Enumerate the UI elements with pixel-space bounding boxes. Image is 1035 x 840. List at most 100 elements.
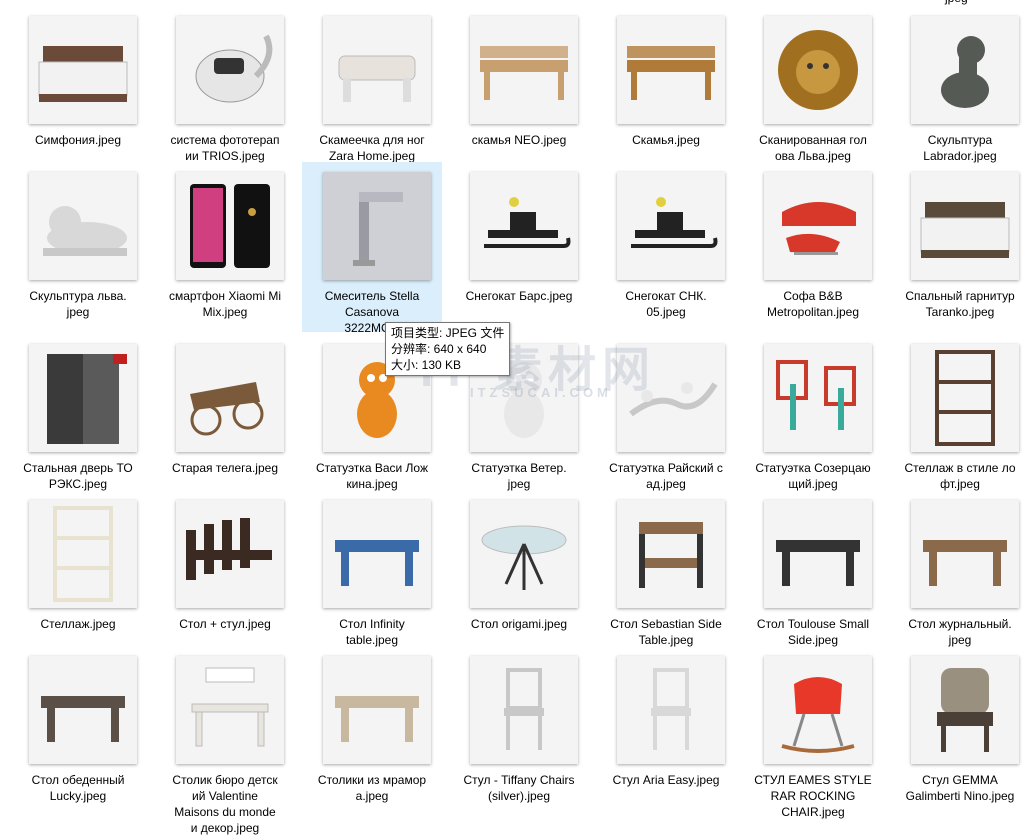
file-item[interactable]: Стул - Tiffany Chairs (silver).jpeg — [449, 646, 589, 836]
file-name-label[interactable]: система фототерап ии TRIOS.jpeg — [155, 132, 295, 164]
file-item[interactable]: Столики из мрамор а.jpeg — [302, 646, 442, 836]
file-name-label[interactable]: Снегокат СНК. 05.jpeg — [596, 288, 736, 320]
file-name-label[interactable]: Софа B&B Metropolitan.jpeg — [743, 288, 883, 320]
file-name-label[interactable]: Сканированная гол ова Льва.jpeg — [743, 132, 883, 164]
file-name-label[interactable]: Стол Toulouse Small Side.jpeg — [743, 616, 883, 648]
glass-table-icon[interactable] — [470, 500, 578, 608]
sled-icon[interactable] — [470, 172, 578, 280]
file-name-label[interactable]: Скульптура льва. jpeg — [8, 288, 148, 320]
bench-icon[interactable] — [470, 16, 578, 124]
file-item[interactable]: Снегокат Барс.jpeg — [449, 162, 589, 332]
lion-icon[interactable] — [764, 16, 872, 124]
file-name-label[interactable]: Старая телега.jpeg — [155, 460, 295, 476]
file-item[interactable]: СТУЛ EAMES STYLE RAR ROCKING CHAIR.jpeg — [743, 646, 883, 836]
file-item[interactable]: система фототерап ии TRIOS.jpeg — [155, 6, 295, 164]
bed-icon[interactable] — [911, 172, 1019, 280]
file-name-label[interactable]: Симфония.jpeg — [8, 132, 148, 148]
table-icon[interactable] — [764, 500, 872, 608]
file-item[interactable]: Стул Aria Easy.jpeg — [596, 646, 736, 836]
file-item[interactable]: смартфон Xiaomi Mi Mix.jpeg — [155, 162, 295, 332]
file-item[interactable]: Стул GEMMA Galimberti Nino.jpeg — [890, 646, 1030, 836]
file-name-label[interactable]: Скамеечка для ног Zara Home.jpeg — [302, 132, 442, 164]
lion-statue-icon[interactable] — [29, 172, 137, 280]
sofa-icon[interactable] — [764, 172, 872, 280]
file-name-label[interactable]: Скульптура Labrador.jpeg — [890, 132, 1030, 164]
shelf-icon[interactable] — [29, 500, 137, 608]
chair-icon[interactable] — [470, 656, 578, 764]
rocking-chair-icon[interactable] — [764, 656, 872, 764]
file-name-label[interactable]: СТУЛ EAMES STYLE RAR ROCKING CHAIR.jpeg — [743, 772, 883, 820]
table-icon[interactable] — [323, 500, 431, 608]
file-name-label[interactable]: Стеллаж в стиле ло фт.jpeg — [890, 460, 1030, 492]
file-item[interactable]: Стол журнальный. jpeg — [890, 490, 1030, 648]
file-item[interactable]: Сканированная гол ова Льва.jpeg — [743, 6, 883, 164]
bed-icon[interactable] — [29, 16, 137, 124]
side-table-icon[interactable] — [617, 500, 725, 608]
file-item[interactable]: Столик бюро детск ий Valentine Maisons d… — [155, 646, 295, 836]
file-item[interactable]: Стол Infinity table.jpeg — [302, 490, 442, 648]
file-name-label[interactable]: скамья NEO.jpeg — [449, 132, 589, 148]
file-item[interactable]: Симфония.jpeg — [8, 6, 148, 162]
armchair-icon[interactable] — [911, 656, 1019, 764]
file-name-label[interactable]: Статуэтка Васи Лож кина.jpeg — [302, 460, 442, 492]
file-name-label[interactable]: Скамья.jpeg — [596, 132, 736, 148]
file-name-label[interactable]: Статуэтка Ветер. jpeg — [449, 460, 589, 492]
faucet-icon[interactable] — [323, 172, 431, 280]
footstool-icon[interactable] — [323, 16, 431, 124]
cart-icon[interactable] — [176, 344, 284, 452]
file-name-label[interactable]: Спальный гарнитур Taranko.jpeg — [890, 288, 1030, 320]
file-name-label[interactable]: Стул Aria Easy.jpeg — [596, 772, 736, 788]
frame-figure-icon[interactable] — [764, 344, 872, 452]
file-item[interactable]: Смеситель Stella Casanova 3222MC... — [302, 162, 442, 335]
file-name-label[interactable]: Стол + стул.jpeg — [155, 616, 295, 632]
file-name-label[interactable]: Стол Sebastian Side Table.jpeg — [596, 616, 736, 648]
file-name-label[interactable]: Стеллаж.jpeg — [8, 616, 148, 632]
device-icon[interactable] — [176, 16, 284, 124]
file-item[interactable]: Старая телега.jpeg — [155, 334, 295, 490]
phone-icon[interactable] — [176, 172, 284, 280]
file-item[interactable]: Стол origami.jpeg — [449, 490, 589, 646]
file-name-label[interactable]: Стол обеденный Lucky.jpeg — [8, 772, 148, 804]
table-icon[interactable] — [911, 500, 1019, 608]
file-name-label[interactable]: Стул GEMMA Galimberti Nino.jpeg — [890, 772, 1030, 804]
file-item[interactable]: Статуэтка Созерцаю щий.jpeg — [743, 334, 883, 492]
file-item[interactable]: Статуэтка Райский с ад.jpeg — [596, 334, 736, 492]
dining-set-icon[interactable] — [176, 500, 284, 608]
shelf-icon[interactable] — [911, 344, 1019, 452]
file-item[interactable]: Скульптура льва. jpeg — [8, 162, 148, 332]
table-icon[interactable] — [323, 656, 431, 764]
partial-filename[interactable]: jpeg — [945, 0, 968, 6]
bench-icon[interactable] — [617, 16, 725, 124]
file-name-label[interactable]: Стол журнальный. jpeg — [890, 616, 1030, 648]
dog-statue-icon[interactable] — [911, 16, 1019, 124]
chair-icon[interactable] — [617, 656, 725, 764]
door-icon[interactable] — [29, 344, 137, 452]
file-item[interactable]: Стол + стул.jpeg — [155, 490, 295, 646]
file-name-label[interactable]: Стальная дверь ТО РЭКС.jpeg — [8, 460, 148, 492]
file-name-label[interactable]: Стул - Tiffany Chairs (silver).jpeg — [449, 772, 589, 804]
table-icon[interactable] — [29, 656, 137, 764]
file-name-label[interactable]: Столики из мрамор а.jpeg — [302, 772, 442, 804]
file-item[interactable]: Спальный гарнитур Taranko.jpeg — [890, 162, 1030, 332]
file-name-label[interactable]: Статуэтка Райский с ад.jpeg — [596, 460, 736, 492]
branch-icon[interactable] — [617, 344, 725, 452]
file-name-label[interactable]: Стол origami.jpeg — [449, 616, 589, 632]
file-item[interactable]: Софа B&B Metropolitan.jpeg — [743, 162, 883, 332]
file-item[interactable]: скамья NEO.jpeg — [449, 6, 589, 162]
file-item[interactable]: Стол Toulouse Small Side.jpeg — [743, 490, 883, 648]
file-name-label[interactable]: смартфон Xiaomi Mi Mix.jpeg — [155, 288, 295, 320]
file-name-label[interactable]: Столик бюро детск ий Valentine Maisons d… — [155, 772, 295, 836]
file-item[interactable]: Стальная дверь ТО РЭКС.jpeg — [8, 334, 148, 492]
file-item[interactable]: Скульптура Labrador.jpeg — [890, 6, 1030, 164]
file-item[interactable]: Стеллаж в стиле ло фт.jpeg — [890, 334, 1030, 492]
file-item[interactable]: Скамеечка для ног Zara Home.jpeg — [302, 6, 442, 164]
desk-icon[interactable] — [176, 656, 284, 764]
file-item[interactable]: Стеллаж.jpeg — [8, 490, 148, 646]
file-name-label[interactable]: Статуэтка Созерцаю щий.jpeg — [743, 460, 883, 492]
file-name-label[interactable]: Снегокат Барс.jpeg — [449, 288, 589, 304]
file-item[interactable]: Скамья.jpeg — [596, 6, 736, 162]
file-item[interactable]: Стол Sebastian Side Table.jpeg — [596, 490, 736, 648]
file-name-label[interactable]: Стол Infinity table.jpeg — [302, 616, 442, 648]
sled-icon[interactable] — [617, 172, 725, 280]
file-item[interactable]: Стол обеденный Lucky.jpeg — [8, 646, 148, 836]
